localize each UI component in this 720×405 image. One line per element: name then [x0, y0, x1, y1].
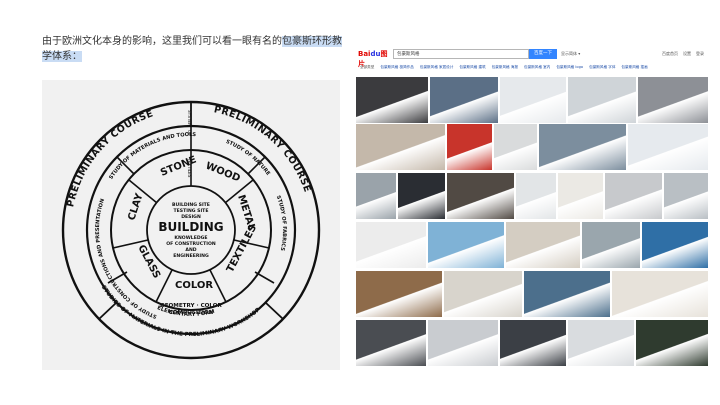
caption-text: 由于欧洲文化本身的影响，这里我们可以看一眼有名的 [42, 36, 282, 47]
image-result-thumbnail[interactable] [356, 271, 442, 317]
image-result-thumbnail[interactable] [494, 124, 537, 170]
center-line-4: KNOWLEDGE [174, 235, 207, 241]
baidu-logo[interactable]: Baidu图片 [358, 49, 390, 68]
image-result-thumbnail[interactable] [447, 124, 492, 170]
filter-chip[interactable]: 包豪斯风格 家居设计 [420, 65, 454, 70]
search-header: Baidu图片 百度一下 显示简体 ▾ 百度首页 设置 登录 [356, 47, 708, 68]
filter-chip[interactable]: 包豪斯风格 建筑 [459, 65, 485, 70]
image-result-thumbnail[interactable] [568, 77, 636, 123]
image-result-thumbnail[interactable] [568, 320, 634, 366]
outer-label-right: PRELIMINARY COURSE [213, 104, 313, 194]
image-result-thumbnail[interactable] [506, 222, 580, 268]
logo-text: Bai [358, 50, 371, 58]
image-results-row [356, 222, 708, 268]
top-link-settings[interactable]: 设置 [683, 51, 691, 57]
image-results-grid [356, 77, 708, 372]
image-results-row [356, 320, 708, 366]
center-building: BUILDING [158, 220, 223, 234]
filter-chip[interactable]: 包豪斯风格 极简作品 [380, 65, 414, 70]
filter-chip[interactable]: 全部类型 [360, 65, 374, 70]
filter-chip[interactable]: 包豪斯风格 字体 [589, 65, 615, 70]
inner-bottom-2: COMPOSITION [169, 310, 214, 316]
search-input[interactable] [393, 49, 529, 59]
ring-label-e: STUDY OF FABRICS [275, 195, 287, 252]
image-result-thumbnail[interactable] [642, 222, 708, 268]
image-results-row [356, 77, 708, 123]
sector-clay: CLAY [126, 191, 145, 221]
image-result-thumbnail[interactable] [398, 173, 445, 219]
image-result-thumbnail[interactable] [428, 320, 498, 366]
center-line-2: TESTING SITE [174, 208, 209, 214]
filter-chip[interactable]: 包豪斯风格 插画 [621, 65, 647, 70]
image-result-thumbnail[interactable] [558, 173, 603, 219]
center-line-5: OF CONSTRUCTION [166, 241, 216, 247]
image-result-thumbnail[interactable] [500, 320, 566, 366]
image-result-thumbnail[interactable] [500, 77, 566, 123]
image-result-thumbnail[interactable] [636, 320, 708, 366]
image-results-row [356, 173, 708, 219]
image-result-thumbnail[interactable] [428, 222, 504, 268]
image-result-thumbnail[interactable] [356, 77, 428, 123]
center-line-6: AND [185, 247, 196, 253]
image-results-row [356, 271, 708, 317]
sector-glass: GLASS [135, 243, 162, 280]
image-results-row [356, 124, 708, 170]
logo-paw: du [370, 50, 381, 58]
image-result-thumbnail[interactable] [516, 173, 556, 219]
inner-bottom-1: GEOMETRY · COLOR [160, 303, 222, 309]
top-link-home[interactable]: 百度首页 [662, 51, 678, 57]
filter-chip[interactable]: 包豪斯风格 室内 [524, 65, 550, 70]
bauhaus-curriculum-wheel: SYSTEM OF TEXTILES PRELIMINARY COURSE PR… [42, 80, 340, 370]
slide-caption: 由于欧洲文化本身的影响，这里我们可以看一眼有名的包豪斯环形教学体系： [42, 34, 342, 64]
image-result-thumbnail[interactable] [638, 77, 708, 123]
image-result-thumbnail[interactable] [356, 320, 426, 366]
wheel-diagram: SYSTEM OF TEXTILES PRELIMINARY COURSE PR… [61, 100, 321, 360]
image-result-thumbnail[interactable] [582, 222, 640, 268]
image-result-thumbnail[interactable] [628, 124, 708, 170]
image-result-thumbnail[interactable] [524, 271, 610, 317]
image-result-thumbnail[interactable] [664, 173, 708, 219]
search-button[interactable]: 百度一下 [529, 49, 557, 59]
top-links: 百度首页 设置 登录 [662, 51, 704, 57]
image-result-thumbnail[interactable] [430, 77, 498, 123]
image-result-thumbnail[interactable] [539, 124, 626, 170]
related-search-bar: 全部类型 包豪斯风格 极简作品 包豪斯风格 家居设计 包豪斯风格 建筑 包豪斯风… [356, 63, 708, 71]
image-result-thumbnail[interactable] [356, 173, 396, 219]
baidu-image-search-screenshot: Baidu图片 百度一下 显示简体 ▾ 百度首页 设置 登录 全部类型 包豪斯风… [356, 47, 708, 372]
filter-chip[interactable]: 包豪斯风格 海报 [492, 65, 518, 70]
image-result-thumbnail[interactable] [612, 271, 708, 317]
image-result-thumbnail[interactable] [356, 124, 445, 170]
outer-label-left: PRELIMINARY COURSE [65, 108, 155, 208]
filter-chip[interactable]: 包豪斯风格 logo [556, 65, 583, 70]
sector-color: COLOR [175, 280, 213, 291]
center-line-1: BUILDING SITE [172, 202, 210, 208]
image-result-thumbnail[interactable] [444, 271, 522, 317]
display-toggle[interactable]: 显示简体 ▾ [561, 51, 580, 57]
image-result-thumbnail[interactable] [605, 173, 662, 219]
top-link-login[interactable]: 登录 [696, 51, 704, 57]
center-line-7: ENGINEERING [173, 253, 209, 259]
image-result-thumbnail[interactable] [356, 222, 426, 268]
ring-label-nw: STUDY OF MATERIALS AND TOOLS [108, 132, 196, 181]
top-label-system: SYSTEM [187, 110, 192, 127]
image-result-thumbnail[interactable] [447, 173, 514, 219]
